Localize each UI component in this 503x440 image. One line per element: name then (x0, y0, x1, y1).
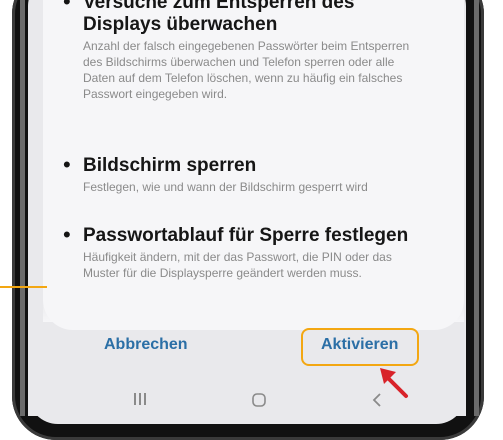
pointer-arrow-icon (380, 368, 408, 398)
callout-line (0, 286, 47, 288)
policy-description: Anzahl der falsch eingegebenen Passwörte… (83, 39, 410, 101)
phone-edge-right (474, 0, 479, 416)
policy-title: Versuche zum Entsperren des Displays übe… (83, 0, 355, 35)
recent-apps-icon[interactable] (133, 392, 147, 406)
policy-item: • Bildschirm sperren Festlegen, wie und … (63, 154, 428, 195)
cancel-button[interactable]: Abbrechen (104, 336, 188, 354)
policy-title: Passwortablauf für Sperre festlegen (83, 225, 409, 246)
activate-highlight (301, 328, 419, 366)
home-icon[interactable] (251, 392, 267, 408)
policy-description: Festlegen, wie und wann der Bildschirm g… (83, 180, 368, 194)
policy-item: • Versuche zum Entsperren des Displays ü… (63, 0, 428, 102)
dialog-content[interactable]: • Versuche zum Entsperren des Displays ü… (43, 0, 464, 318)
phone-edge-left (20, 0, 25, 416)
bullet-icon: • (63, 152, 71, 177)
bullet-icon: • (63, 222, 71, 247)
policy-item: • Passwortablauf für Sperre festlegen Hä… (63, 224, 428, 281)
policy-description: Häufigkeit ändern, mit der das Passwort,… (83, 250, 392, 280)
scroll-fade (43, 300, 464, 322)
policy-title: Bildschirm sperren (83, 155, 257, 176)
bullet-icon: • (63, 0, 71, 14)
screenshot-scene: • Versuche zum Entsperren des Displays ü… (0, 0, 503, 440)
